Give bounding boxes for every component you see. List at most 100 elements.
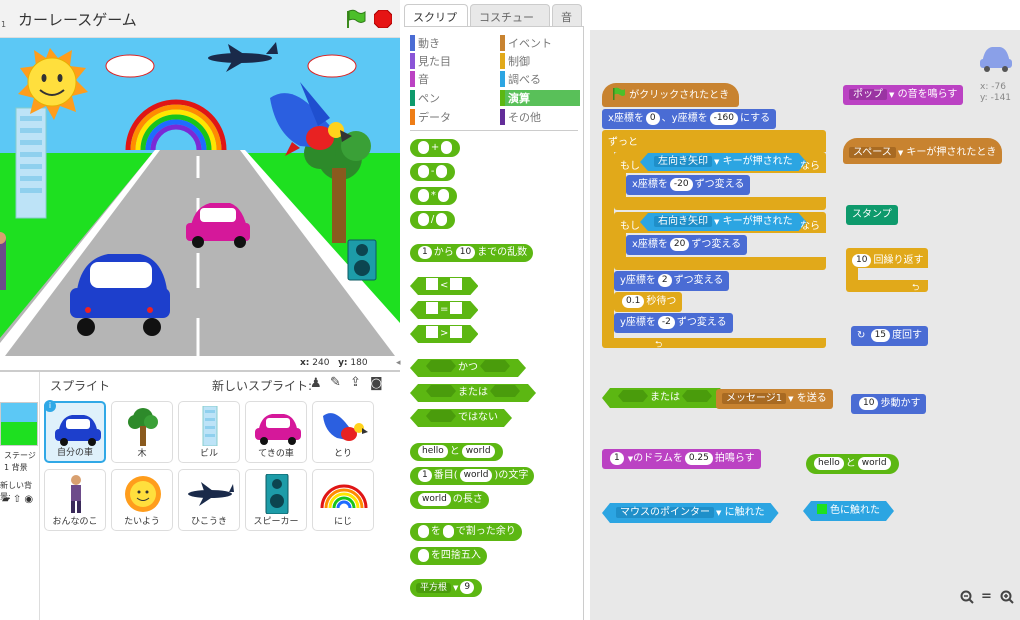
category-sound[interactable]: 音 [410, 71, 490, 87]
block-length-of[interactable]: world の長さ [410, 491, 489, 509]
green-flag-icon [347, 9, 366, 28]
change-x-by-right-block[interactable]: x座標を 20 ずつ変える [626, 235, 748, 255]
category-motion[interactable]: 動き [410, 35, 490, 51]
stage-collapse-arrow[interactable]: ◂ [396, 358, 401, 368]
backdrop-tools[interactable]: ▰ ⇧ ◉ [2, 494, 33, 505]
turn-right-block[interactable]: ↻ 15 度回す [851, 326, 929, 346]
block-mod[interactable]: を で割った余り [410, 523, 522, 541]
if-label: もし [620, 221, 640, 232]
category-more[interactable]: その他 [500, 109, 580, 125]
sprite-card-bird[interactable]: とり [312, 401, 374, 463]
block-and[interactable]: かつ [410, 359, 526, 377]
sprite-card-sun[interactable]: たいよう [111, 469, 173, 531]
category-control[interactable]: 制御 [500, 53, 580, 69]
block-random[interactable]: 1 から 10 までの乱数 [410, 244, 534, 262]
sprite-card-airplane[interactable]: ひこうき [178, 469, 240, 531]
camera-sprite-icon[interactable]: ◙ [370, 376, 383, 391]
block-multiply[interactable]: * [410, 187, 457, 205]
sprite-card-tree[interactable]: 木 [111, 401, 173, 463]
sprite-name: とり [333, 449, 352, 459]
block-equals[interactable]: = [410, 301, 478, 319]
change-x-by-left-block[interactable]: x座標を -20 ずつ変える [626, 175, 751, 195]
sprite-card-building[interactable]: ビル [178, 401, 240, 463]
category-pen[interactable]: ペン [410, 90, 490, 106]
stage-label: ステージ [4, 451, 36, 460]
join-block[interactable]: hello と world [806, 454, 899, 474]
block-greater-than[interactable]: > [410, 325, 478, 343]
zoom-reset-button[interactable]: = [981, 589, 992, 604]
stage-thumbnail-column: ステージ 1 背景 新しい背景: ▰ ⇧ ◉ [0, 372, 40, 620]
sprite-card-speaker[interactable]: スピーカー [245, 469, 307, 531]
sprite-position: x: -76 y: -141 [980, 82, 1012, 103]
loop-arrow-icon: ⮌ [912, 283, 920, 293]
category-operators[interactable]: 演算 [500, 90, 580, 106]
sprite-name: スピーカー [253, 517, 299, 527]
stage-mouse-coords: x: 240 y: 180 [300, 358, 368, 368]
tab-costumes[interactable]: コスチューム [470, 4, 550, 40]
tab-scripts[interactable]: スクリプト [404, 4, 468, 40]
project-title[interactable]: カーレースゲーム [18, 9, 137, 30]
touching-object-block[interactable]: マウスのポインター ▼ に触れた [602, 503, 779, 523]
block-math-function[interactable]: 平方根 ▼ 9 [410, 579, 483, 597]
zoom-out-icon [960, 590, 974, 604]
loose-or-block[interactable]: または [602, 388, 728, 408]
block-add[interactable]: + [410, 139, 461, 157]
change-y-by-up-block[interactable]: y座標を 2 ずつ変える [614, 271, 730, 291]
stamp-block[interactable]: スタンプ [846, 205, 898, 225]
go-to-xy-block[interactable]: x座標を 0 、y座標を -160 にする [602, 109, 777, 129]
stage-backdrop-count: 1 背景 [4, 463, 28, 472]
car-icon [980, 47, 1012, 72]
then-label: なら [800, 161, 820, 172]
change-y-by-down-block[interactable]: y座標を -2 ずつ変える [614, 313, 733, 333]
forever-label: ずっと [608, 137, 638, 148]
tab-sounds[interactable]: 音 [552, 4, 582, 26]
sprite-name: たいよう [124, 517, 160, 527]
zoom-out-button[interactable] [960, 590, 974, 608]
zoom-in-button[interactable] [1000, 590, 1014, 608]
when-key-pressed-hat[interactable]: スペース ▼ キーが押されたとき [843, 138, 1003, 164]
block-divide[interactable]: / [410, 211, 456, 229]
block-join[interactable]: hello と world [410, 443, 503, 461]
category-separator [410, 130, 578, 131]
zoom-in-icon [1000, 590, 1014, 604]
category-data[interactable]: データ [410, 109, 490, 125]
category-looks[interactable]: 見た目 [410, 53, 490, 69]
color-swatch[interactable] [817, 504, 827, 514]
block-or[interactable]: または [410, 384, 536, 402]
stage-thumbnail[interactable] [0, 402, 38, 446]
new-sprite-library-icon[interactable]: ♟ [310, 376, 322, 391]
broadcast-block[interactable]: メッセージ1 ▼ を送る [716, 389, 833, 409]
block-subtract[interactable]: - [410, 163, 456, 181]
block-letter-of[interactable]: 1 番目(world)の文字 [410, 467, 535, 485]
touching-color-block[interactable]: 色に触れた [803, 501, 894, 521]
stop-button[interactable] [373, 9, 393, 29]
then-label: なら [800, 221, 820, 232]
repeat-mouth [858, 268, 928, 280]
stage-canvas[interactable] [0, 38, 400, 356]
sprite-card-enemy-car[interactable]: てきの車 [245, 401, 307, 463]
if-label: もし [620, 161, 640, 172]
sprite-info-icon[interactable]: i [44, 400, 56, 412]
when-flag-clicked-hat[interactable]: がクリックされたとき [602, 83, 740, 107]
block-less-than[interactable]: < [410, 277, 478, 295]
green-flag-button[interactable] [344, 9, 366, 32]
loop-arrow-icon: ⮌ [655, 340, 663, 350]
key-pressed-right-block[interactable]: 右向き矢印 ▼ キーが押された [640, 213, 807, 231]
block-round[interactable]: を四捨五入 [410, 547, 487, 565]
sprite-card-girl[interactable]: おんなのこ [44, 469, 106, 531]
new-sprite-label: 新しいスプライト: [212, 379, 313, 393]
play-sound-block[interactable]: ポップ ▼ の音を鳴らす [843, 85, 964, 105]
category-sensing[interactable]: 調べる [500, 71, 580, 87]
category-events[interactable]: イベント [500, 35, 580, 51]
key-pressed-left-block[interactable]: 左向き矢印 ▼ キーが押された [640, 153, 807, 171]
upload-sprite-icon[interactable]: ⇪ [350, 375, 361, 390]
wait-block[interactable]: 0.1 秒待つ [614, 292, 683, 312]
play-drum-block[interactable]: 1 ▼のドラムを 0.25 拍鳴らす [602, 449, 761, 469]
sprite-name: ビル [199, 449, 218, 459]
paint-sprite-icon[interactable]: ✎ [330, 375, 341, 390]
sprite-name: 木 [137, 449, 147, 459]
move-steps-block[interactable]: 10 歩動かす [851, 394, 927, 414]
sprite-name: てきの車 [258, 449, 294, 459]
sprite-card-rainbow[interactable]: にじ [312, 469, 374, 531]
block-not[interactable]: ではない [410, 409, 512, 427]
